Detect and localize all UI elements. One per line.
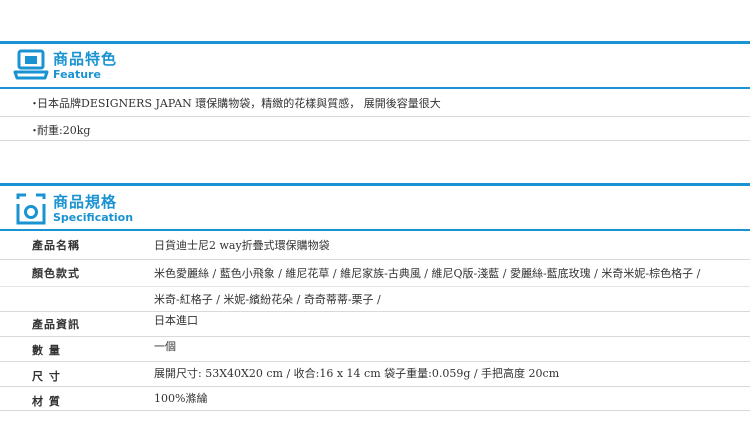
feature-subtitle: Feature xyxy=(53,68,101,81)
spec-label: 數 量 xyxy=(32,344,61,357)
spec-row-info: 產品資訊 日本進口 xyxy=(0,312,750,337)
feature-item: ・ 日本品牌DESIGNERS JAPAN 環保購物袋，精緻的花樣與質感， 展開… xyxy=(0,90,750,117)
spec-bottom-rule xyxy=(0,229,750,231)
spec-label: 產品資訊 xyxy=(32,318,80,331)
spec-value: 米奇-紅格子 / 米妮-繽紛花朵 / 奇奇蒂蒂-栗子 / xyxy=(154,293,381,306)
spec-title: 商品規格 xyxy=(53,193,118,211)
spec-top-rule xyxy=(0,183,750,186)
spec-label: 尺 寸 xyxy=(32,370,61,383)
feature-header: 商品特色 Feature xyxy=(0,45,750,85)
spec-value: 展開尺寸: 53X40X20 cm / 收合:16 x 14 cm 袋子重量:0… xyxy=(154,367,560,380)
feature-item-text: 日本品牌DESIGNERS JAPAN 環保購物袋，精緻的花樣與質感， 展開後容… xyxy=(37,97,441,110)
feature-item: ・ 耐重:20kg xyxy=(0,117,750,141)
spec-value: 日本進口 xyxy=(154,314,198,327)
feature-top-rule xyxy=(0,41,750,44)
spec-value: 米色愛麗絲 / 藍色小飛象 / 維尼花草 / 維尼家族-古典風 / 維尼Q版-淺… xyxy=(154,267,701,280)
spec-row-material: 材 質 100%滌綸 xyxy=(0,387,750,411)
camera-icon xyxy=(16,193,46,225)
feature-title: 商品特色 xyxy=(53,50,118,68)
spec-header: 商品規格 Specification xyxy=(0,188,750,228)
spec-row-name: 產品名稱 日貨迪士尼2 way折疊式環保購物袋 xyxy=(0,232,750,260)
spec-label: 產品名稱 xyxy=(32,239,80,252)
spec-label: 材 質 xyxy=(32,395,61,408)
feature-item-text: 耐重:20kg xyxy=(37,124,91,137)
spec-row-inner-divider xyxy=(0,286,750,287)
spec-row-colors: 顏色款式 米色愛麗絲 / 藍色小飛象 / 維尼花草 / 維尼家族-古典風 / 維… xyxy=(0,260,750,312)
spec-value: 一個 xyxy=(154,340,176,353)
spec-value: 100%滌綸 xyxy=(154,392,208,405)
spec-row-quantity: 數 量 一個 xyxy=(0,337,750,362)
feature-bottom-rule xyxy=(0,87,750,89)
storefront-icon xyxy=(13,49,49,80)
spec-value: 日貨迪士尼2 way折疊式環保購物袋 xyxy=(154,239,330,252)
spec-label: 顏色款式 xyxy=(32,267,80,280)
spec-row-size: 尺 寸 展開尺寸: 53X40X20 cm / 收合:16 x 14 cm 袋子… xyxy=(0,362,750,387)
spec-subtitle: Specification xyxy=(53,211,134,224)
